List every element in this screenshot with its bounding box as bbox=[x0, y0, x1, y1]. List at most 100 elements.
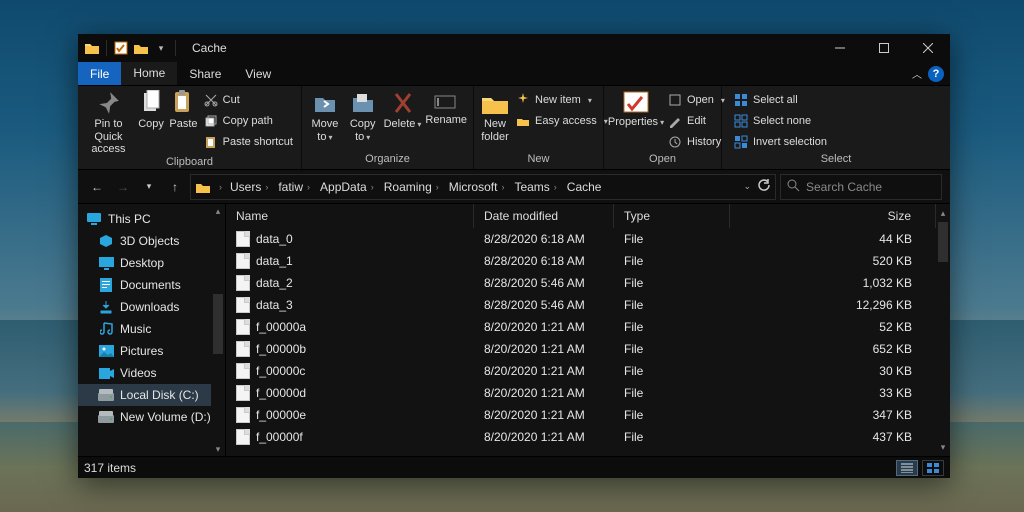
tab-home[interactable]: Home bbox=[121, 62, 177, 85]
paste-button[interactable]: Paste bbox=[167, 88, 199, 144]
qat-dropdown-icon[interactable]: ▾ bbox=[153, 40, 169, 56]
minimize-button[interactable] bbox=[818, 34, 862, 62]
edit-button[interactable]: Edit bbox=[664, 111, 729, 131]
paste-shortcut-icon bbox=[204, 135, 218, 149]
nav-up-button[interactable]: ↑ bbox=[164, 176, 186, 198]
file-row[interactable]: f_00000c 8/20/2020 1:21 AM File 30 KB bbox=[226, 360, 936, 382]
new-folder-button[interactable]: New folder bbox=[478, 88, 512, 144]
select-none-button[interactable]: Select none bbox=[730, 111, 831, 131]
qat-newfolder-icon[interactable] bbox=[133, 40, 149, 56]
file-row[interactable]: f_00000f 8/20/2020 1:21 AM File 437 KB bbox=[226, 426, 936, 448]
tab-file[interactable]: File bbox=[78, 62, 121, 85]
tree-item[interactable]: Pictures bbox=[78, 340, 225, 362]
group-select-label: Select bbox=[722, 153, 950, 169]
help-icon[interactable]: ? bbox=[928, 66, 944, 82]
rename-button[interactable]: Rename bbox=[423, 88, 469, 140]
filelist-scrollbar[interactable]: ▴ ▾ bbox=[936, 204, 950, 456]
tree-item[interactable]: Local Disk (C:) bbox=[78, 384, 225, 406]
tree-item-this-pc[interactable]: This PC bbox=[78, 208, 225, 230]
nav-forward-button[interactable]: → bbox=[112, 176, 134, 198]
pc-icon bbox=[86, 211, 102, 227]
tab-view[interactable]: View bbox=[233, 62, 283, 85]
scroll-down-icon[interactable]: ▾ bbox=[211, 442, 225, 456]
file-icon bbox=[236, 319, 250, 335]
breadcrumb[interactable]: Teams› bbox=[510, 180, 560, 194]
file-row[interactable]: f_00000b 8/20/2020 1:21 AM File 652 KB bbox=[226, 338, 936, 360]
drive-icon bbox=[98, 387, 114, 403]
open-icon bbox=[668, 93, 682, 107]
doc-icon bbox=[98, 277, 114, 293]
column-size[interactable]: Size bbox=[730, 204, 936, 228]
move-to-button[interactable]: Move to▾ bbox=[306, 88, 344, 144]
breadcrumb[interactable]: Microsoft› bbox=[445, 180, 509, 194]
breadcrumb[interactable]: fatiw› bbox=[274, 180, 314, 194]
tree-item[interactable]: New Volume (D:) bbox=[78, 406, 225, 428]
file-row[interactable]: data_0 8/28/2020 6:18 AM File 44 KB bbox=[226, 228, 936, 250]
status-item-count: 317 items bbox=[84, 461, 136, 475]
file-row[interactable]: data_3 8/28/2020 5:46 AM File 12,296 KB bbox=[226, 294, 936, 316]
file-row[interactable]: f_00000e 8/20/2020 1:21 AM File 347 KB bbox=[226, 404, 936, 426]
copy-to-button[interactable]: Copy to▾ bbox=[344, 88, 382, 144]
desktop-icon bbox=[98, 255, 114, 271]
new-item-button[interactable]: New item▾ bbox=[512, 90, 612, 110]
tab-share[interactable]: Share bbox=[177, 62, 233, 85]
delete-button[interactable]: Delete▾ bbox=[382, 88, 424, 144]
nav-recent-dropdown[interactable]: ▾ bbox=[138, 176, 160, 198]
refresh-icon[interactable] bbox=[757, 178, 771, 195]
tree-item[interactable]: Music bbox=[78, 318, 225, 340]
column-type[interactable]: Type bbox=[614, 204, 730, 228]
file-icon bbox=[236, 429, 250, 445]
drive-icon bbox=[98, 409, 114, 425]
copy-path-button[interactable]: Copy path bbox=[200, 111, 297, 131]
breadcrumb[interactable]: Users› bbox=[226, 180, 272, 194]
file-icon bbox=[236, 385, 250, 401]
paste-shortcut-button[interactable]: Paste shortcut bbox=[200, 132, 297, 152]
navpane-scrollbar[interactable]: ▴ ▾ bbox=[211, 204, 225, 456]
column-name[interactable]: Name bbox=[226, 204, 474, 228]
breadcrumb[interactable]: AppData› bbox=[316, 180, 378, 194]
scroll-up-icon[interactable]: ▴ bbox=[936, 206, 950, 220]
address-bar[interactable]: › Users›fatiw›AppData›Roaming›Microsoft›… bbox=[190, 174, 776, 200]
pin-quick-access-button[interactable]: Pin to Quick access bbox=[82, 88, 135, 156]
column-headers: Name Date modified Type Size bbox=[226, 204, 950, 228]
breadcrumb[interactable]: Cache bbox=[563, 180, 606, 194]
view-large-icons-button[interactable] bbox=[922, 460, 944, 476]
copy-button[interactable]: Copy bbox=[135, 88, 167, 144]
cut-button[interactable]: Cut bbox=[200, 90, 297, 110]
tree-item[interactable]: Downloads bbox=[78, 296, 225, 318]
tree-item[interactable]: Documents bbox=[78, 274, 225, 296]
invert-selection-button[interactable]: Invert selection bbox=[730, 132, 831, 152]
scroll-up-icon[interactable]: ▴ bbox=[211, 204, 225, 218]
address-dropdown-icon[interactable]: ⌄ bbox=[743, 181, 751, 192]
history-icon bbox=[668, 135, 682, 149]
tree-item[interactable]: 3D Objects bbox=[78, 230, 225, 252]
file-row[interactable]: data_2 8/28/2020 5:46 AM File 1,032 KB bbox=[226, 272, 936, 294]
scroll-down-icon[interactable]: ▾ bbox=[936, 440, 950, 454]
file-row[interactable]: f_00000a 8/20/2020 1:21 AM File 52 KB bbox=[226, 316, 936, 338]
open-button[interactable]: Open▾ bbox=[664, 90, 729, 110]
cube-icon bbox=[98, 233, 114, 249]
search-input[interactable]: Search Cache bbox=[780, 174, 942, 200]
view-details-button[interactable] bbox=[896, 460, 918, 476]
nav-back-button[interactable]: ← bbox=[86, 176, 108, 198]
qat-properties-icon[interactable] bbox=[113, 40, 129, 56]
tree-item[interactable]: Videos bbox=[78, 362, 225, 384]
easy-access-button[interactable]: Easy access▾ bbox=[512, 111, 612, 131]
video-icon bbox=[98, 365, 114, 381]
breadcrumb[interactable]: Roaming› bbox=[380, 180, 443, 194]
group-clipboard-label: Clipboard bbox=[78, 156, 301, 169]
close-button[interactable] bbox=[906, 34, 950, 62]
history-button[interactable]: History bbox=[664, 132, 729, 152]
file-row[interactable]: data_1 8/28/2020 6:18 AM File 520 KB bbox=[226, 250, 936, 272]
tree-item[interactable]: Desktop bbox=[78, 252, 225, 274]
collapse-ribbon-icon[interactable]: ︿ bbox=[912, 66, 922, 81]
search-placeholder: Search Cache bbox=[806, 180, 882, 194]
file-row[interactable]: f_00000d 8/20/2020 1:21 AM File 33 KB bbox=[226, 382, 936, 404]
nav-bar: ← → ▾ ↑ › Users›fatiw›AppData›Roaming›Mi… bbox=[78, 170, 950, 204]
file-icon bbox=[236, 297, 250, 313]
maximize-button[interactable] bbox=[862, 34, 906, 62]
properties-button[interactable]: Properties▾ bbox=[608, 88, 664, 142]
select-all-button[interactable]: Select all bbox=[730, 90, 831, 110]
column-date[interactable]: Date modified bbox=[474, 204, 614, 228]
group-open-label: Open bbox=[604, 153, 721, 169]
